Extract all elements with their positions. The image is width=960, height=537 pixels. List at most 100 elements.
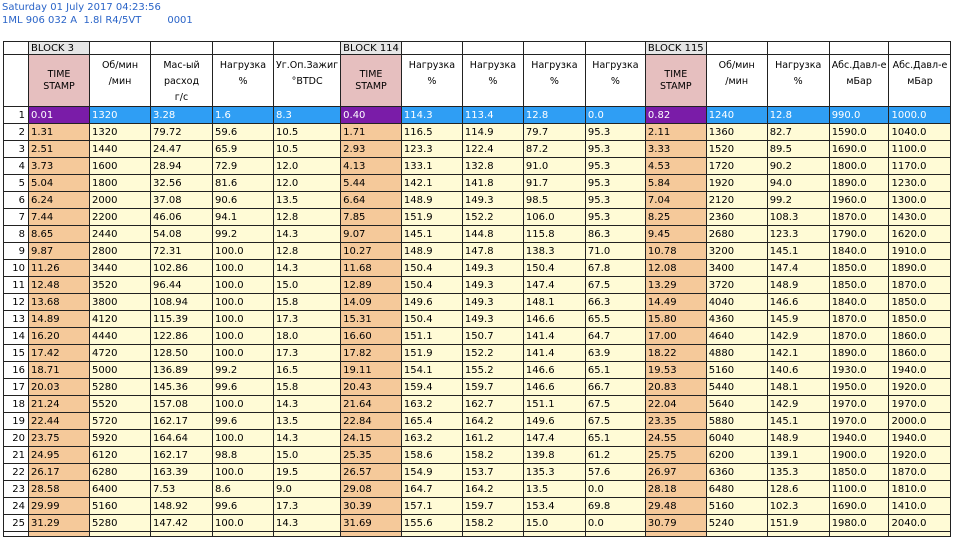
time-stamp-cell[interactable]: 23.35 xyxy=(644,412,707,430)
table-cell[interactable]: 65.9 xyxy=(212,140,274,158)
time-stamp-cell[interactable]: 24.55 xyxy=(644,429,707,447)
table-cell[interactable]: 1870.0 xyxy=(888,463,952,481)
table-cell[interactable]: 147.8 xyxy=(461,242,524,260)
table-cell[interactable]: 10.5 xyxy=(272,140,342,158)
table-cell[interactable]: 149.3 xyxy=(461,259,524,277)
table-cell[interactable]: 90.6 xyxy=(212,191,274,209)
table-cell[interactable]: 149.3 xyxy=(461,293,524,311)
table-cell[interactable]: 67.8 xyxy=(584,259,646,277)
time-stamp-cell[interactable]: 7.44 xyxy=(28,208,90,226)
table-cell[interactable]: 8.3 xyxy=(272,106,342,124)
table-cell[interactable]: 114.9 xyxy=(461,123,524,141)
table-cell[interactable]: 63.9 xyxy=(584,344,646,362)
table-row[interactable]: 24 29.99 5160 148.92 99.6 17.3 30.39 157.1 159.7… xyxy=(3,497,952,515)
table-cell[interactable]: 149.6 xyxy=(400,293,463,311)
table-cell[interactable]: 91.7 xyxy=(522,174,586,192)
table-cell[interactable]: 2800 xyxy=(89,242,151,260)
table-row[interactable]: 15 17.42 4720 128.50 100.0 17.3 17.82 151.9 152.… xyxy=(3,344,952,362)
table-cell[interactable]: 990.0 xyxy=(828,106,890,124)
time-stamp-cell[interactable]: 1.31 xyxy=(28,123,90,141)
table-row[interactable]: 13 14.89 4120 115.39 100.0 17.3 15.31 150.4 149.… xyxy=(3,310,952,328)
time-stamp-cell[interactable]: 0.82 xyxy=(644,106,707,124)
time-stamp-header[interactable]: TIME STAMP xyxy=(340,54,402,107)
table-cell[interactable]: 147.4 xyxy=(522,276,586,294)
table-cell[interactable]: 158.2 xyxy=(461,446,524,464)
table-cell[interactable]: 123.3 xyxy=(400,140,463,158)
table-cell[interactable]: 149.3 xyxy=(461,191,524,209)
table-cell[interactable]: 37.08 xyxy=(150,191,213,209)
time-stamp-cell[interactable]: 17.42 xyxy=(28,344,90,362)
table-cell[interactable]: 100.0 xyxy=(212,514,274,532)
table-cell[interactable]: 95.3 xyxy=(584,208,646,226)
table-cell[interactable]: 94.1 xyxy=(212,208,274,226)
table-cell[interactable]: 144.8 xyxy=(461,225,524,243)
table-cell[interactable]: 24.47 xyxy=(150,140,213,158)
table-cell[interactable]: 95.3 xyxy=(584,191,646,209)
table-cell[interactable]: 122.4 xyxy=(461,140,524,158)
time-stamp-cell[interactable]: 24.15 xyxy=(340,429,402,447)
table-cell[interactable]: 1100.0 xyxy=(888,140,952,158)
table-cell[interactable]: 151.9 xyxy=(766,514,830,532)
table-cell[interactable]: 1690.0 xyxy=(828,497,890,515)
table-cell[interactable]: 1890.0 xyxy=(828,174,890,192)
table-cell[interactable]: 150.4 xyxy=(522,259,586,277)
table-cell[interactable]: 154.9 xyxy=(400,463,463,481)
time-stamp-cell[interactable]: 9.87 xyxy=(28,242,90,260)
table-cell[interactable]: 1840.0 xyxy=(828,293,890,311)
table-row[interactable]: 21 24.95 6120 162.17 98.8 15.0 25.35 158.6 158.2… xyxy=(3,446,952,464)
time-stamp-cell[interactable]: 9.45 xyxy=(644,225,707,243)
table-cell[interactable]: 1850.0 xyxy=(828,259,890,277)
table-cell[interactable]: 1000.0 xyxy=(888,106,952,124)
table-cell[interactable]: 1850.0 xyxy=(828,276,890,294)
table-cell[interactable]: 16.5 xyxy=(272,361,342,379)
time-stamp-cell[interactable]: 8.25 xyxy=(644,208,707,226)
table-cell[interactable]: 2440 xyxy=(89,225,151,243)
table-cell[interactable]: 164.64 xyxy=(150,429,213,447)
table-cell[interactable]: 142.1 xyxy=(766,344,830,362)
column-header[interactable]: Мас-ый расход г/с xyxy=(150,54,213,107)
time-stamp-cell[interactable]: 30.79 xyxy=(644,514,707,532)
time-stamp-cell[interactable]: 6.64 xyxy=(340,191,402,209)
table-cell[interactable]: 151.9 xyxy=(400,208,463,226)
time-stamp-cell[interactable]: 26.17 xyxy=(28,463,90,481)
table-cell[interactable]: 108.3 xyxy=(766,208,830,226)
time-stamp-cell[interactable]: 25.75 xyxy=(644,446,707,464)
table-cell[interactable]: 161.2 xyxy=(461,429,524,447)
table-cell[interactable]: 5280 xyxy=(89,378,151,396)
table-cell[interactable]: 2120 xyxy=(705,191,768,209)
table-cell[interactable]: 6400 xyxy=(89,480,151,498)
table-cell[interactable]: 1410.0 xyxy=(888,497,952,515)
table-cell[interactable]: 142.1 xyxy=(400,174,463,192)
table-cell[interactable]: 1910.0 xyxy=(888,242,952,260)
table-cell[interactable]: 5280 xyxy=(89,514,151,532)
column-header[interactable]: Уг.Оп.Зажиг °BTDC xyxy=(272,54,342,107)
table-cell[interactable]: 152.2 xyxy=(461,208,524,226)
table-cell[interactable]: 1960.0 xyxy=(828,191,890,209)
table-cell[interactable]: 90.2 xyxy=(766,157,830,175)
table-cell[interactable]: 2680 xyxy=(705,225,768,243)
table-cell[interactable]: 145.9 xyxy=(766,310,830,328)
table-cell[interactable]: 4120 xyxy=(89,310,151,328)
table-cell[interactable]: 19.5 xyxy=(272,463,342,481)
time-stamp-cell[interactable]: 6.24 xyxy=(28,191,90,209)
table-cell[interactable]: 159.4 xyxy=(400,378,463,396)
time-stamp-cell[interactable]: 2.93 xyxy=(340,140,402,158)
table-cell[interactable]: 1170.0 xyxy=(888,157,952,175)
table-cell[interactable]: 141.8 xyxy=(461,174,524,192)
table-cell[interactable]: 1980.0 xyxy=(828,514,890,532)
table-cell[interactable]: 81.6 xyxy=(212,174,274,192)
table-cell[interactable]: 0.0 xyxy=(584,106,646,124)
time-stamp-cell[interactable]: 0.40 xyxy=(340,106,402,124)
table-cell[interactable]: 149.6 xyxy=(522,412,586,430)
table-row[interactable]: 14 16.20 4440 122.86 100.0 18.0 16.60 151.1 150.… xyxy=(3,327,952,345)
table-cell[interactable]: 99.2 xyxy=(766,191,830,209)
time-stamp-cell[interactable]: 22.04 xyxy=(644,395,707,413)
column-header[interactable]: Нагрузка% xyxy=(400,54,463,107)
table-cell[interactable]: 1240 xyxy=(705,106,768,124)
time-stamp-cell[interactable]: 16.20 xyxy=(28,327,90,345)
table-cell[interactable]: 162.17 xyxy=(150,446,213,464)
table-cell[interactable]: 65.5 xyxy=(584,310,646,328)
time-stamp-cell[interactable]: 3.73 xyxy=(28,157,90,175)
table-cell[interactable]: 145.1 xyxy=(400,225,463,243)
time-stamp-cell[interactable]: 22.44 xyxy=(28,412,90,430)
